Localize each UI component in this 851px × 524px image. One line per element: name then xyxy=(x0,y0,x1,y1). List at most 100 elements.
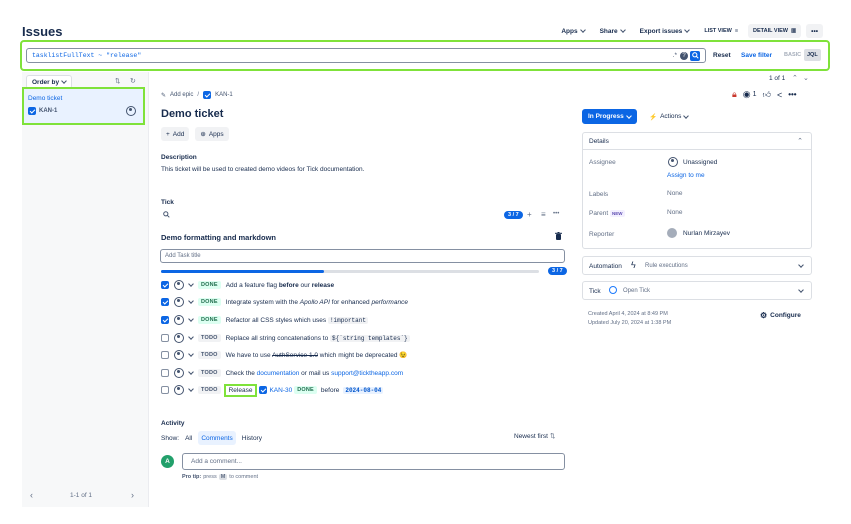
task-text[interactable]: We have to use AuthService 1.0 which mig… xyxy=(226,351,408,359)
task-row[interactable]: DONE Add a feature flag before our relea… xyxy=(161,279,334,291)
tab-comments[interactable]: Comments xyxy=(198,431,236,445)
task-text[interactable]: Check the documentation or mail us suppo… xyxy=(226,370,404,377)
task-text[interactable]: Integrate system with the Apollo API for… xyxy=(226,299,408,306)
help-icon[interactable]: ? xyxy=(680,51,688,60)
chevron-down-icon[interactable] xyxy=(188,369,194,375)
task-assignee-icon[interactable] xyxy=(174,385,184,395)
more-icon[interactable]: ••• xyxy=(788,90,796,99)
chevron-down-icon[interactable] xyxy=(188,334,194,340)
issue-title[interactable]: Demo ticket xyxy=(161,108,223,120)
support-email-link[interactable]: support@ticktheapp.com xyxy=(331,370,403,377)
jql-input[interactable]: tasklistFullText ~ "release" .* ? xyxy=(26,48,706,63)
add-button[interactable]: + Add xyxy=(161,127,190,141)
checklist-title[interactable]: Demo formatting and markdown xyxy=(161,233,276,242)
export-issues-button[interactable]: Export issues xyxy=(635,24,695,38)
task-status[interactable]: TODO xyxy=(198,334,221,342)
task-text[interactable]: Refactor all CSS styles which uses !impo… xyxy=(226,316,368,324)
sort-newest-button[interactable]: Newest first ⇅ xyxy=(514,432,555,441)
reporter-value[interactable]: Nurlan Mirzayev xyxy=(683,230,730,237)
linked-issue[interactable]: KAN-30 DONE xyxy=(259,386,317,394)
sort-icon[interactable]: ⇅ xyxy=(115,77,120,85)
configure-button[interactable]: ⚙ Configure xyxy=(760,311,801,320)
chevron-down-icon[interactable] xyxy=(188,386,194,392)
add-checklist-icon[interactable]: + xyxy=(527,210,532,219)
task-status[interactable]: TODO xyxy=(198,369,221,377)
task-checkbox[interactable] xyxy=(161,316,169,324)
task-status[interactable]: DONE xyxy=(198,281,221,289)
task-checkbox[interactable] xyxy=(161,351,169,359)
status-button[interactable]: In Progress xyxy=(582,109,637,124)
chevron-down-icon[interactable] xyxy=(188,281,194,287)
save-filter-button[interactable]: Save filter xyxy=(741,52,772,59)
tick-more-icon[interactable]: ••• xyxy=(553,211,559,217)
description-text[interactable]: This ticket will be used to created demo… xyxy=(161,166,364,173)
trash-icon[interactable] xyxy=(555,232,562,242)
task-assignee-icon[interactable] xyxy=(174,350,184,360)
due-date[interactable]: 2024-08-04 xyxy=(343,386,384,394)
lock-icon[interactable]: 🔒︎ xyxy=(732,89,737,100)
comment-input[interactable]: Add a comment... xyxy=(182,453,565,470)
parent-value[interactable]: None xyxy=(667,209,683,216)
task-checkbox[interactable] xyxy=(161,369,169,377)
assignee-value[interactable]: Unassigned xyxy=(683,159,717,166)
task-checkbox[interactable] xyxy=(161,386,169,394)
reset-button[interactable]: Reset xyxy=(713,52,731,59)
jql-toggle[interactable]: JQL xyxy=(804,49,821,61)
add-epic-link[interactable]: Add epic xyxy=(170,92,193,98)
order-by-button[interactable]: Order by xyxy=(26,75,73,89)
assign-to-me-link[interactable]: Assign to me xyxy=(667,172,705,179)
task-status[interactable]: TODO xyxy=(198,351,221,359)
documentation-link[interactable]: documentation xyxy=(257,370,300,377)
more-button[interactable]: ••• xyxy=(806,24,823,38)
chevron-down-icon[interactable] xyxy=(188,298,194,304)
search-icon[interactable] xyxy=(163,211,170,220)
watch-button[interactable]: ◉ 1 xyxy=(743,89,757,100)
labels-value[interactable]: None xyxy=(667,190,683,197)
task-assignee-icon[interactable] xyxy=(174,280,184,290)
task-checkbox[interactable] xyxy=(161,334,169,342)
apps-quick-button[interactable]: ⊕ Apps xyxy=(195,127,229,141)
pager-down-icon[interactable]: ⌄ xyxy=(803,74,809,82)
basic-toggle[interactable]: BASIC xyxy=(784,52,801,58)
prev-page-icon[interactable]: ‹ xyxy=(30,490,33,500)
actions-button[interactable]: ⚡ Actions xyxy=(644,109,693,124)
task-assignee-icon[interactable] xyxy=(174,368,184,378)
list-view-button[interactable]: LIST VIEW ≡ xyxy=(699,24,743,38)
task-text[interactable]: Replace all string concatenations to ${`… xyxy=(226,334,410,342)
task-status[interactable]: TODO xyxy=(198,386,221,394)
task-row[interactable]: TODO We have to use AuthService 1.0 whic… xyxy=(161,349,407,361)
chevron-down-icon[interactable] xyxy=(188,351,194,357)
task-checkbox[interactable] xyxy=(161,281,169,289)
task-assignee-icon[interactable] xyxy=(174,315,184,325)
task-assignee-icon[interactable] xyxy=(174,297,184,307)
task-row[interactable]: DONE Refactor all CSS styles which uses … xyxy=(161,314,368,326)
breadcrumb-issue-key[interactable]: KAN-1 xyxy=(215,92,233,98)
pager-up-icon[interactable]: ⌃ xyxy=(792,74,798,82)
task-row[interactable]: TODO Replace all string concatenations t… xyxy=(161,332,410,344)
task-status[interactable]: DONE xyxy=(198,298,221,306)
search-icon[interactable] xyxy=(690,50,700,61)
like-icon[interactable]: 👍︎ xyxy=(763,90,771,100)
next-page-icon[interactable]: › xyxy=(131,490,134,500)
syntax-icon[interactable]: .* xyxy=(673,52,677,59)
task-text[interactable]: Release KAN-30 DONE before 2024-08-04 xyxy=(223,383,384,397)
add-task-input[interactable]: Add Task title xyxy=(160,249,565,263)
issue-list-item[interactable]: Demo ticket KAN-1 xyxy=(22,87,145,125)
task-text[interactable]: Add a feature flag before our release xyxy=(226,282,334,289)
details-header[interactable]: Details ⌃ xyxy=(583,133,811,150)
refresh-icon[interactable]: ↻ xyxy=(130,77,136,85)
chevron-down-icon[interactable] xyxy=(188,316,194,322)
detail-view-button[interactable]: DETAIL VIEW ▥ xyxy=(748,24,802,38)
task-assignee-icon[interactable] xyxy=(174,333,184,343)
apps-button[interactable]: Apps xyxy=(556,24,589,38)
tab-all[interactable]: All xyxy=(182,431,195,445)
task-row[interactable]: DONE Integrate system with the Apollo AP… xyxy=(161,296,408,308)
share-icon[interactable]: < xyxy=(777,90,782,100)
task-row[interactable]: TODO Check the documentation or mail us … xyxy=(161,367,403,379)
filter-icon[interactable]: ≡ xyxy=(541,210,546,219)
share-button[interactable]: Share xyxy=(595,24,630,38)
task-checkbox[interactable] xyxy=(161,298,169,306)
tick-panel[interactable]: Tick Open Tick xyxy=(582,281,812,300)
task-row[interactable]: TODO Release KAN-30 DONE before 2024-08-… xyxy=(161,383,384,397)
automation-panel[interactable]: Automation ϟ Rule executions xyxy=(582,256,812,275)
